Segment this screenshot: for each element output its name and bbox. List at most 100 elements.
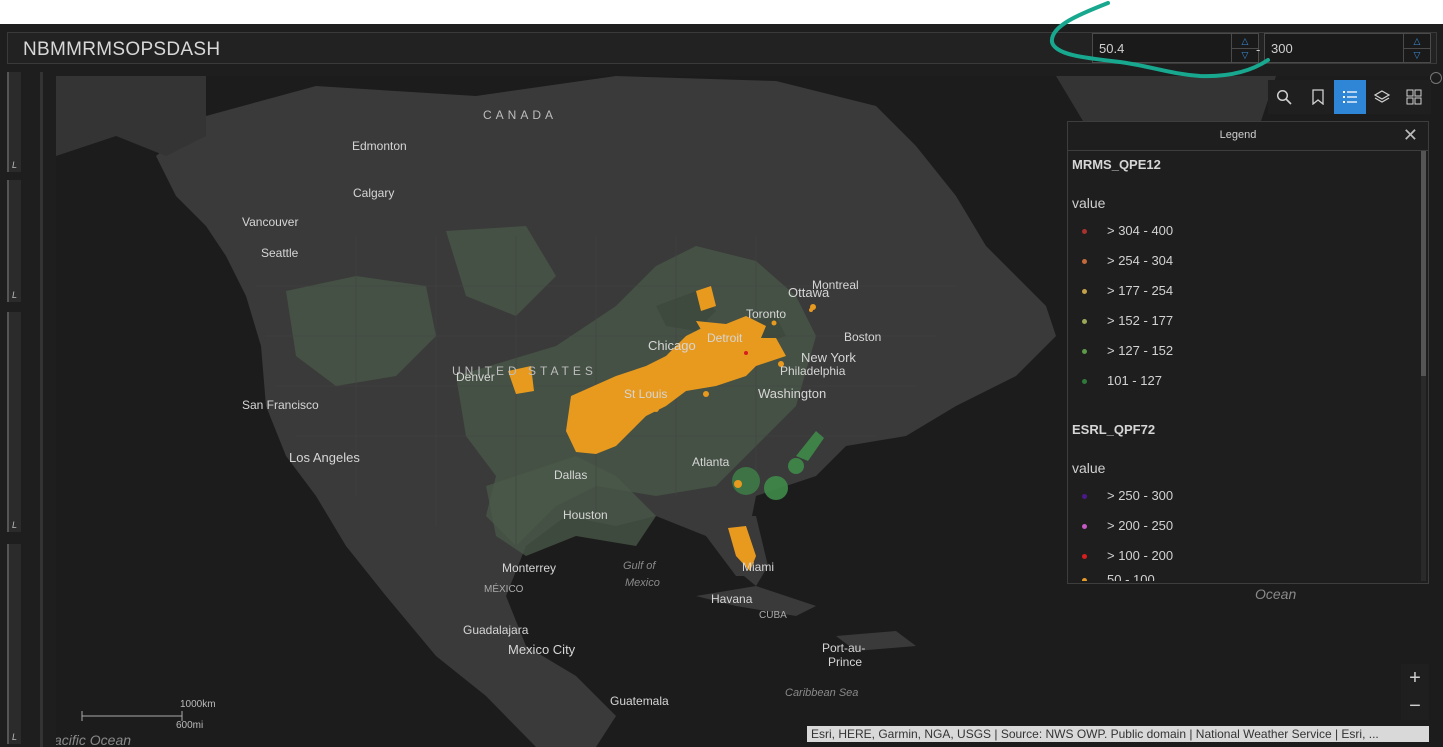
map-label-atlanta: Atlanta xyxy=(692,455,730,469)
legend-title: Legend xyxy=(1219,129,1257,141)
min-increment-button[interactable]: △ xyxy=(1232,34,1258,49)
max-increment-button[interactable]: △ xyxy=(1404,34,1430,49)
map-label-ocean: Ocean xyxy=(1255,586,1297,602)
basemap-gallery-icon xyxy=(1406,89,1422,105)
left-panel-4[interactable]: L xyxy=(7,544,21,744)
legend-field-name: value xyxy=(1072,460,1106,476)
map-label-dallas: Dallas xyxy=(554,468,588,482)
legend-body[interactable]: MRMS_QPE12 value > 304 - 400 > 254 - 304… xyxy=(1068,151,1420,581)
max-value-input[interactable]: 300 △ ▽ xyxy=(1264,33,1431,63)
legend-item-label: > 152 - 177 xyxy=(1107,313,1174,328)
map-label-canada: CANADA xyxy=(483,108,558,122)
map-label-montreal: Montreal xyxy=(812,278,859,292)
legend-item-label: > 304 - 400 xyxy=(1107,223,1174,238)
min-value-spinner: △ ▽ xyxy=(1231,34,1258,62)
max-decrement-button[interactable]: ▽ xyxy=(1404,48,1430,62)
map-label-boston: Boston xyxy=(844,330,882,344)
layers-button[interactable] xyxy=(1366,80,1398,114)
legend-swatch xyxy=(1082,289,1087,294)
max-value-text: 300 xyxy=(1271,41,1293,56)
legend-layer-name: ESRL_QPF72 xyxy=(1072,422,1156,437)
legend-swatch xyxy=(1082,578,1087,581)
left-panel-column: L L L L xyxy=(0,72,56,747)
legend-button[interactable] xyxy=(1334,80,1366,114)
legend-field-name: value xyxy=(1072,195,1106,211)
scale-km: 1000km xyxy=(180,699,216,710)
scale-mi: 600mi xyxy=(176,720,204,731)
map-label-washington: Washington xyxy=(758,386,827,401)
map-label-los-angeles: Los Angeles xyxy=(289,450,360,465)
map-label-calgary: Calgary xyxy=(353,186,395,200)
zoom-out-button[interactable]: − xyxy=(1401,692,1429,720)
map-attribution: Esri, HERE, Garmin, NGA, USGS | Source: … xyxy=(807,726,1429,742)
dashboard-title: NBMMRMSOPSDASH xyxy=(23,39,221,60)
legend-panel: Legend ✕ MRMS_QPE12 value > 304 - 400 > … xyxy=(1067,121,1429,584)
left-panel-1[interactable]: L xyxy=(7,72,21,172)
max-value-spinner: △ ▽ xyxy=(1403,34,1430,62)
panel-divider[interactable] xyxy=(40,72,43,747)
left-panel-label: L xyxy=(12,520,18,530)
left-panel-label: L xyxy=(12,732,18,742)
map-label-philadelphia: Philadelphia xyxy=(780,364,846,378)
legend-scrollbar[interactable] xyxy=(1421,151,1426,581)
map-label-houston: Houston xyxy=(563,508,608,522)
min-value-input[interactable]: 50.4 △ ▽ xyxy=(1092,33,1259,63)
expand-icon[interactable] xyxy=(1430,72,1442,84)
legend-item-label: > 254 - 304 xyxy=(1107,253,1174,268)
legend-item-label: > 127 - 152 xyxy=(1107,343,1174,358)
legend-swatch xyxy=(1082,229,1087,234)
map-label-gulf-1: Gulf of xyxy=(623,560,656,572)
left-panel-label: L xyxy=(12,290,18,300)
legend-item-label: > 250 - 300 xyxy=(1107,488,1174,503)
legend-swatch xyxy=(1082,349,1087,354)
search-button[interactable] xyxy=(1268,80,1300,114)
close-icon[interactable]: ✕ xyxy=(1403,125,1418,146)
legend-item-label: 50 - 100 xyxy=(1107,572,1155,581)
map-label-vancouver: Vancouver xyxy=(242,215,299,229)
legend-swatch xyxy=(1082,494,1087,499)
map-label-st-louis: St Louis xyxy=(624,387,668,401)
legend-swatch xyxy=(1082,259,1087,264)
map-label-cuba: CUBA xyxy=(759,610,787,621)
legend-swatch xyxy=(1082,379,1087,384)
map-label-new-york: New York xyxy=(801,350,856,365)
bookmark-icon xyxy=(1312,89,1324,105)
map-label-port-au-prince-2: Prince xyxy=(828,655,863,669)
layers-icon xyxy=(1374,90,1390,103)
map-label-chicago: Chicago xyxy=(648,338,696,353)
legend-scrollbar-thumb[interactable] xyxy=(1421,151,1426,376)
map-label-caribbean: Caribbean Sea xyxy=(785,687,859,699)
map-label-detroit: Detroit xyxy=(707,331,743,345)
map-label-havana: Havana xyxy=(711,592,753,606)
legend-item-label: > 100 - 200 xyxy=(1107,548,1174,563)
map-label-port-au-prince-1: Port-au- xyxy=(822,641,866,655)
map-label-gulf-2: Mexico xyxy=(625,577,660,589)
map-label-mexico: MÉXICO xyxy=(484,584,524,595)
zoom-in-button[interactable]: + xyxy=(1401,664,1429,692)
left-panel-3[interactable]: L xyxy=(7,312,21,532)
legend-swatch xyxy=(1082,524,1087,529)
legend-item-label: > 177 - 254 xyxy=(1107,283,1174,298)
map-label-pacific: acific Ocean xyxy=(56,732,132,747)
legend-swatch xyxy=(1082,554,1087,559)
map-label-san-francisco: San Francisco xyxy=(242,398,319,412)
legend-item-label: 101 - 127 xyxy=(1107,373,1162,388)
bookmarks-button[interactable] xyxy=(1302,80,1334,114)
map-label-edmonton: Edmonton xyxy=(352,139,407,153)
range-separator: - xyxy=(1256,42,1261,57)
map-toolbar xyxy=(1268,80,1431,114)
legend-swatch xyxy=(1082,319,1087,324)
left-panel-2[interactable]: L xyxy=(7,180,21,302)
zoom-control: + − xyxy=(1401,664,1429,720)
map-label-guadalajara: Guadalajara xyxy=(463,623,529,637)
map-label-guatemala: Guatemala xyxy=(610,694,669,708)
search-icon xyxy=(1276,89,1292,105)
min-value-text: 50.4 xyxy=(1099,41,1125,56)
left-panel-label: L xyxy=(12,160,18,170)
map-label-mexico-city: Mexico City xyxy=(508,642,576,657)
min-decrement-button[interactable]: ▽ xyxy=(1232,48,1258,62)
legend-item-label: > 200 - 250 xyxy=(1107,518,1174,533)
map-label-seattle: Seattle xyxy=(261,246,299,260)
legend-layer-name: MRMS_QPE12 xyxy=(1072,157,1161,172)
basemap-gallery-button[interactable] xyxy=(1398,80,1430,114)
